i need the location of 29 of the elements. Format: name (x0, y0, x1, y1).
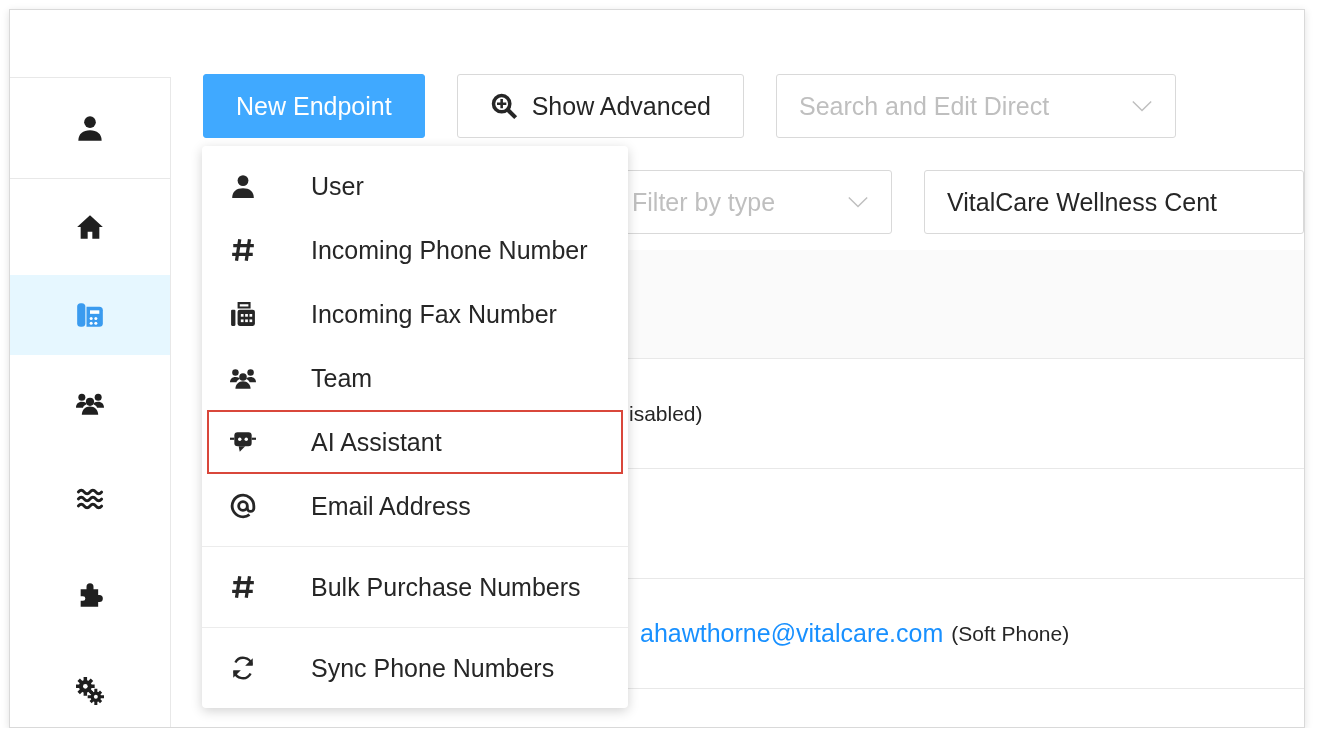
menu-item-label: Incoming Fax Number (311, 299, 557, 329)
desk-phone-icon (76, 301, 104, 329)
menu-item-label: Team (311, 363, 373, 393)
hash-icon (230, 574, 256, 600)
organization-select[interactable]: VitalCare Wellness Cent (924, 170, 1304, 234)
menu-item[interactable]: AI Assistant (207, 410, 623, 474)
hash-icon (230, 237, 256, 263)
menu-item[interactable]: Bulk Purchase Numbers (207, 555, 623, 619)
menu-item[interactable]: Sync Phone Numbers (207, 636, 623, 700)
user-icon (230, 173, 256, 199)
menu-item[interactable]: Email Address (207, 474, 623, 538)
search-icon (489, 92, 518, 120)
show-advanced-button[interactable]: Show Advanced (456, 74, 744, 138)
menu-item-label: User (311, 171, 364, 201)
sync-icon (230, 655, 256, 681)
menu-item-label: Sync Phone Numbers (311, 653, 555, 683)
fax-icon (230, 301, 256, 327)
device-type: (Soft Phone) (951, 621, 1070, 646)
menu-item[interactable]: Team (207, 346, 623, 410)
user-icon (76, 114, 104, 142)
menu-item[interactable]: Incoming Fax Number (207, 282, 623, 346)
gears-icon (76, 677, 104, 705)
menu-item-label: Email Address (311, 491, 471, 521)
table-cell: isabled) (629, 401, 703, 426)
menu-item-label: Incoming Phone Number (311, 235, 588, 265)
menu-item-label: Bulk Purchase Numbers (311, 572, 581, 602)
menu-item-label: AI Assistant (311, 427, 442, 457)
home-icon (76, 213, 104, 241)
at-sign-icon (230, 493, 256, 519)
